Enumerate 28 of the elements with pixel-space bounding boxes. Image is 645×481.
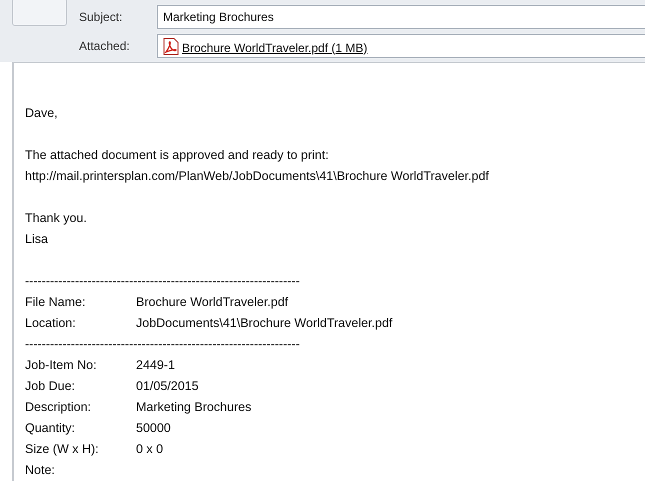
- field-label: File Name:: [25, 294, 86, 311]
- field-value: 50000: [136, 420, 172, 437]
- attachment-link[interactable]: Brochure WorldTraveler.pdf (1 MB): [182, 40, 368, 54]
- field-label: Job Due:: [25, 378, 76, 395]
- separator-text: ------------------------------------------------------------------: [25, 336, 301, 353]
- send-button[interactable]: [12, 0, 67, 26]
- subject-label: Subject:: [79, 10, 124, 24]
- pdf-file-icon: [163, 38, 179, 54]
- greeting-text: Dave,: [25, 105, 59, 122]
- field-value: Brochure WorldTraveler.pdf: [136, 294, 290, 311]
- subject-field[interactable]: Marketing Brochures: [157, 5, 645, 29]
- field-label: Quantity:: [25, 420, 76, 437]
- field-value: Marketing Brochures: [136, 399, 252, 416]
- field-label: Size (W x H):: [25, 441, 100, 458]
- separator-text: ------------------------------------------------------------------: [25, 273, 301, 290]
- message-text: The attached document is approved and ready to print:: [25, 147, 330, 164]
- closing-text: Lisa: [25, 231, 49, 248]
- field-value: 01/05/2015: [136, 378, 200, 395]
- attached-label: Attached:: [79, 39, 131, 53]
- field-label: Job-Item No:: [25, 357, 98, 374]
- field-value: 2449-1: [136, 357, 176, 374]
- field-value: JobDocuments\41\Brochure WorldTraveler.pdf: [136, 315, 394, 332]
- closing-text: Thank you.: [25, 210, 88, 227]
- field-label: Note:: [25, 462, 56, 479]
- field-label: Location:: [25, 315, 77, 332]
- field-value: 0 x 0: [136, 441, 164, 458]
- message-text: http://mail.printersplan.com/PlanWeb/JobDocuments\41\Brochure WorldTraveler.pdf: [25, 168, 490, 185]
- field-label: Description:: [25, 399, 92, 416]
